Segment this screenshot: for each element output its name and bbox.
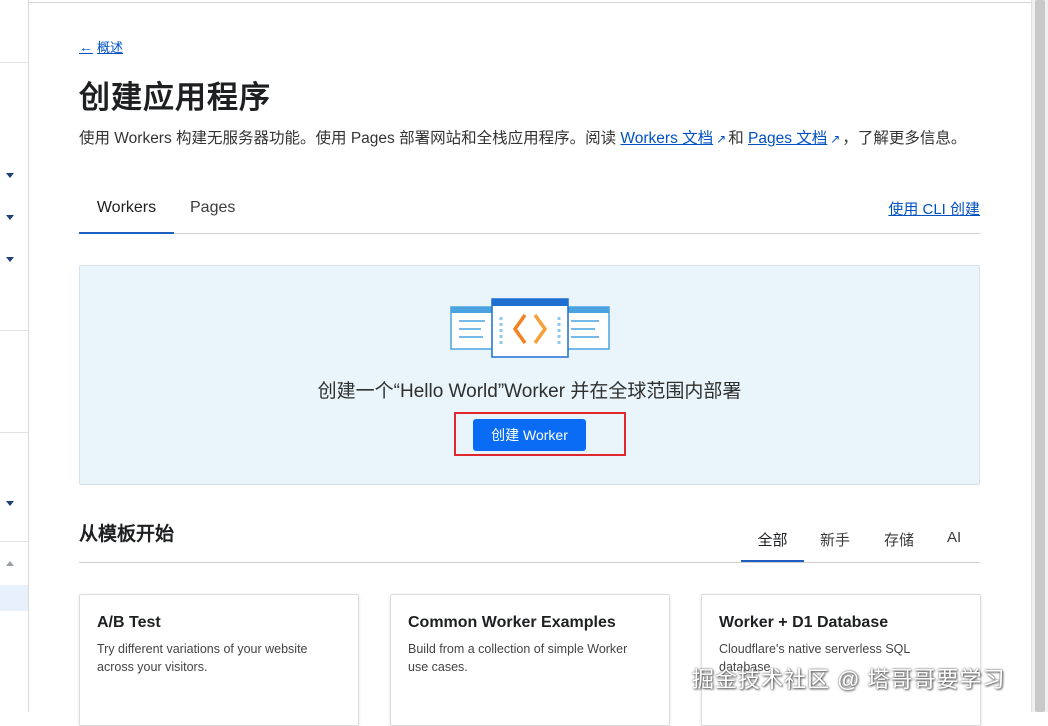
filter-tab-storage[interactable]: 存储: [884, 529, 914, 560]
sidebar-divider: [0, 432, 28, 433]
filter-tab-ai[interactable]: AI: [947, 529, 961, 560]
chevron-down-icon[interactable]: [6, 257, 14, 262]
sidebar: [0, 0, 29, 712]
workers-docs-link[interactable]: Workers 文档: [620, 130, 713, 147]
create-with-cli-link[interactable]: 使用 CLI 创建: [888, 198, 980, 219]
template-card[interactable]: A/B Test Try different variations of you…: [79, 594, 359, 726]
template-card-title: Worker + D1 Database: [719, 614, 889, 631]
description-suffix: ，了解更多信息。: [842, 130, 967, 147]
tab-pages[interactable]: Pages: [190, 188, 235, 232]
scrollbar[interactable]: [1031, 0, 1048, 712]
tab-workers[interactable]: Workers: [79, 188, 174, 234]
sidebar-item-selected[interactable]: [0, 585, 28, 611]
templates-header: 从模板开始 全部 新手 存储 AI: [79, 517, 980, 563]
pages-docs-link[interactable]: Pages 文档: [748, 130, 827, 147]
template-card[interactable]: Common Worker Examples Build from a coll…: [390, 594, 670, 726]
template-card-title: A/B Test: [97, 614, 161, 631]
filter-tab-all[interactable]: 全部: [741, 529, 804, 562]
sidebar-divider: [0, 541, 28, 542]
templates-title: 从模板开始: [79, 524, 175, 545]
page-description: 使用 Workers 构建无服务器功能。使用 Pages 部署网站和全栈应用程序…: [79, 128, 979, 150]
hero-text: 创建一个“Hello World”Worker 并在全球范围内部署: [317, 381, 742, 402]
template-card[interactable]: Worker + D1 Database Cloudflare's native…: [701, 594, 981, 726]
tab-bar: Workers Pages 使用 CLI 创建: [79, 188, 980, 234]
description-and: 和: [728, 130, 749, 147]
description-prefix: 使用 Workers 构建无服务器功能。使用 Pages 部署网站和全栈应用程序…: [79, 130, 621, 147]
arrow-left-icon: ←: [79, 38, 93, 55]
external-link-icon: ↗: [716, 132, 727, 146]
template-card-desc: Try different variations of your website…: [97, 642, 308, 674]
chevron-up-icon[interactable]: [6, 561, 14, 566]
sidebar-divider: [0, 330, 28, 331]
breadcrumb[interactable]: ← 概述: [79, 37, 123, 56]
breadcrumb-label[interactable]: 概述: [97, 37, 123, 56]
page-title: 创建应用程序: [79, 80, 271, 115]
watermark: 掘金技术社区 @ 塔哥哥要学习: [692, 667, 1006, 692]
scrollbar-thumb[interactable]: [1035, 0, 1045, 712]
chevron-down-icon[interactable]: [6, 173, 14, 178]
chevron-down-icon[interactable]: [6, 501, 14, 506]
sidebar-divider: [0, 62, 28, 63]
create-worker-button[interactable]: 创建 Worker: [473, 419, 586, 451]
external-link-icon: ↗: [830, 132, 841, 146]
template-card-desc: Build from a collection of simple Worker…: [408, 642, 628, 674]
chevron-down-icon[interactable]: [6, 215, 14, 220]
filter-tab-beginner[interactable]: 新手: [820, 529, 850, 560]
template-card-title: Common Worker Examples: [408, 614, 616, 631]
workers-logo-icon: [450, 298, 610, 358]
hello-world-panel: 创建一个“Hello World”Worker 并在全球范围内部署 创建 Wor…: [79, 265, 980, 485]
main-content: ← 概述 创建应用程序 使用 Workers 构建无服务器功能。使用 Pages…: [79, 0, 981, 726]
